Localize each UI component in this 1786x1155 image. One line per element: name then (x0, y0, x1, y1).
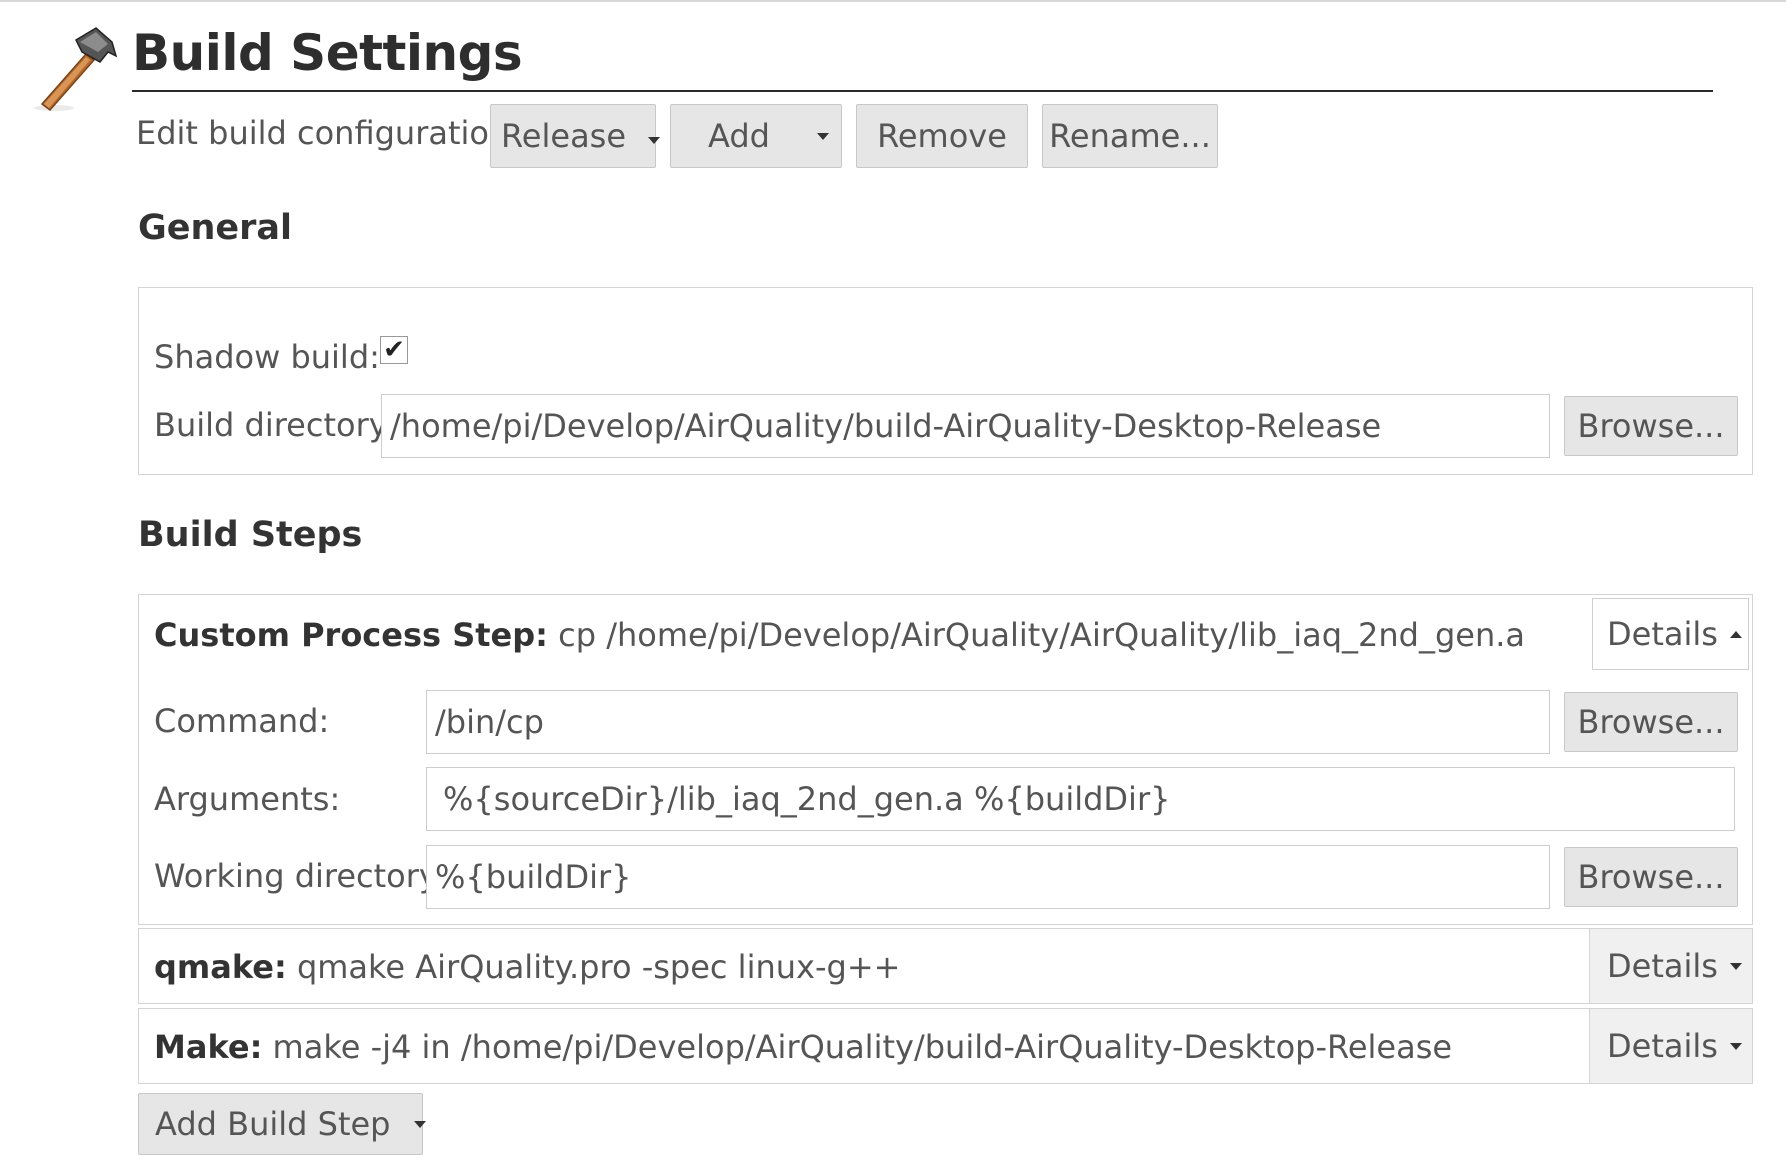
arguments-label: Arguments: (154, 780, 341, 818)
build-directory-label: Build directory: (154, 406, 397, 444)
chevron-down-icon (1729, 962, 1742, 970)
details-label: Details (1607, 1027, 1718, 1065)
general-section-title: General (138, 208, 292, 248)
build-steps-section-title: Build Steps (138, 515, 363, 555)
custom-process-step-header: Custom Process Step: cp /home/pi/Develop… (154, 616, 1525, 654)
working-directory-field[interactable]: %{buildDir} (426, 845, 1550, 909)
browse-label: Browse... (1577, 407, 1725, 445)
checkmark-icon: ✔ (383, 335, 405, 365)
step-name: Custom Process Step: (154, 616, 548, 654)
remove-config-label: Remove (877, 117, 1007, 155)
command-label: Command: (154, 702, 330, 740)
chevron-down-icon (648, 136, 661, 144)
step-summary: cp /home/pi/Develop/AirQuality/AirQualit… (558, 616, 1526, 654)
chevron-up-icon (1729, 630, 1742, 638)
step-summary: make -j4 in /home/pi/Develop/AirQuality/… (272, 1028, 1453, 1066)
command-browse-button[interactable]: Browse... (1564, 692, 1738, 752)
working-directory-browse-button[interactable]: Browse... (1564, 847, 1738, 907)
step-name: qmake: (154, 948, 287, 986)
add-build-step-button[interactable]: Add Build Step (138, 1093, 427, 1155)
chevron-down-icon (1729, 1042, 1742, 1050)
step-summary: qmake AirQuality.pro -spec linux-g++ (296, 948, 901, 986)
rename-config-label: Rename... (1049, 117, 1211, 155)
chevron-down-icon (816, 132, 829, 140)
add-config-label: Add (708, 117, 770, 155)
step-name: Make: (154, 1028, 263, 1066)
qmake-step-header: qmake: qmake AirQuality.pro -spec linux-… (154, 948, 900, 986)
title-underline (132, 90, 1713, 92)
browse-label: Browse... (1577, 703, 1725, 741)
top-separator (0, 0, 1786, 2)
chevron-down-icon (414, 1120, 427, 1128)
make-details-button[interactable]: Details (1589, 1009, 1752, 1083)
page-title: Build Settings (132, 24, 523, 82)
build-directory-field[interactable]: /home/pi/Develop/AirQuality/build-AirQua… (381, 394, 1550, 458)
add-config-button[interactable]: Add (670, 104, 842, 168)
make-step-header: Make: make -j4 in /home/pi/Develop/AirQu… (154, 1028, 1452, 1066)
details-label: Details (1607, 947, 1718, 985)
details-label: Details (1607, 615, 1718, 653)
remove-config-button[interactable]: Remove (856, 104, 1028, 168)
shadow-build-label: Shadow build: (154, 338, 380, 376)
build-config-dropdown[interactable]: Release (490, 104, 661, 168)
build-directory-browse-button[interactable]: Browse... (1564, 396, 1738, 456)
custom-step-details-button[interactable]: Details (1592, 598, 1749, 670)
command-field[interactable]: /bin/cp (426, 690, 1550, 754)
qmake-details-button[interactable]: Details (1589, 929, 1752, 1003)
add-build-step-label: Add Build Step (155, 1105, 391, 1143)
shadow-build-checkbox[interactable]: ✔ (380, 335, 408, 365)
build-config-selected: Release (501, 117, 627, 155)
hammer-icon (34, 27, 118, 112)
arguments-field[interactable]: %{sourceDir}/lib_iaq_2nd_gen.a %{buildDi… (426, 767, 1735, 831)
working-directory-label: Working directory: (154, 857, 447, 895)
browse-label: Browse... (1577, 858, 1725, 896)
edit-config-label: Edit build configuration: (136, 114, 521, 152)
rename-config-button[interactable]: Rename... (1042, 104, 1218, 168)
